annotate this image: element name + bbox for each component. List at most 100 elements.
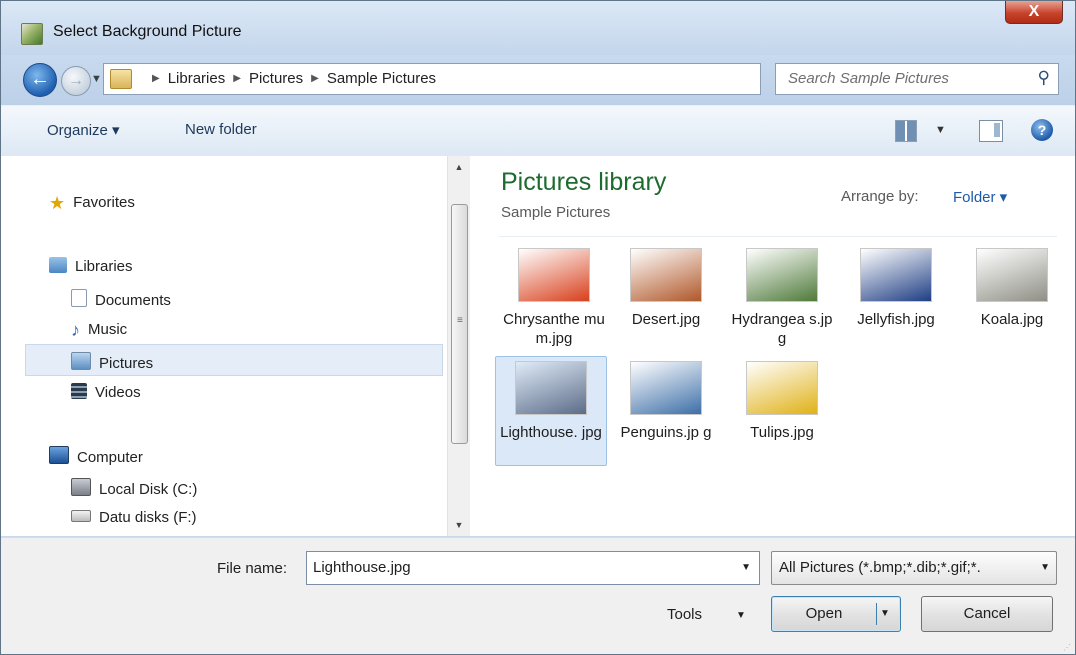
image-thumbnail <box>518 248 590 302</box>
tools-menu[interactable]: Tools <box>667 606 702 623</box>
breadcrumb: ▶ Libraries ▶ Pictures ▶ Sample Pictures <box>144 70 436 87</box>
library-icon <box>49 257 67 273</box>
split-divider <box>876 603 877 625</box>
new-folder-button[interactable]: New folder <box>185 121 257 138</box>
forward-button[interactable]: → <box>61 66 91 96</box>
sidebar-item-label: Computer <box>77 449 143 466</box>
address-bar[interactable]: ▶Libraries▶Pictures▶Sample Pictures ▼ ↔ <box>103 63 852 95</box>
breadcrumb-sample-pictures[interactable]: Sample Pictures <box>327 70 436 87</box>
navigation-pane: ★ Favorites Libraries Documents ♪ Music Pi… <box>1 156 471 536</box>
sidebar-item-label: Pictures <box>99 355 154 372</box>
views-icon[interactable] <box>895 120 917 142</box>
file-item-selected[interactable]: Lighthouse. jpg <box>495 356 607 466</box>
file-name: Desert.jpg <box>631 311 701 328</box>
nav-scrollbar[interactable]: ▲ ≡ ▼ <box>447 156 470 536</box>
open-button-label: Open <box>805 605 843 622</box>
sidebar-item-pictures[interactable]: Pictures <box>71 352 153 372</box>
image-thumbnail <box>976 248 1048 302</box>
arrange-by-label: Arrange by: <box>841 188 919 205</box>
library-title: Pictures library <box>501 168 667 196</box>
hard-disk-icon <box>71 478 91 496</box>
search-icon[interactable]: ⚲ <box>1038 68 1050 88</box>
close-button[interactable]: X <box>1005 1 1063 24</box>
sidebar-item-libraries[interactable]: Libraries <box>49 257 133 275</box>
file-name: Chrysanthe mum.jpg <box>503 311 605 347</box>
chevron-down-icon[interactable]: ▼ <box>1040 562 1050 573</box>
title-bar: Select Background Picture X <box>1 1 1075 55</box>
file-item[interactable]: Jellyfish.jpg <box>841 248 951 329</box>
sidebar-item-label: Local Disk (C:) <box>99 481 198 498</box>
document-icon <box>71 289 87 307</box>
organize-button[interactable]: Organize ▾ <box>47 121 120 139</box>
file-name: Jellyfish.jpg <box>857 311 935 328</box>
sidebar-item-documents[interactable]: Documents <box>71 289 171 309</box>
file-item[interactable]: Koala.jpg <box>957 248 1067 329</box>
image-thumbnail <box>860 248 932 302</box>
file-name: Penguins.jp g <box>620 424 712 441</box>
file-item[interactable]: Hydrangea s.jpg <box>727 248 837 348</box>
file-name: Lighthouse. jpg <box>500 424 602 441</box>
help-icon[interactable]: ? <box>1031 119 1053 141</box>
file-name-label: File name: <box>217 560 288 577</box>
resize-grip-icon[interactable]: ⋰ <box>1063 643 1071 652</box>
scroll-down-icon[interactable]: ▼ <box>448 516 470 534</box>
file-name-input[interactable]: Lighthouse.jpg ▼ <box>306 551 760 585</box>
sidebar-item-videos[interactable]: Videos <box>71 383 141 401</box>
dialog-window: Select Background Picture X ← → ▼ ▶ Libra… <box>0 0 1076 655</box>
sidebar-item-label: Music <box>88 321 128 338</box>
file-item[interactable]: Chrysanthe mum.jpg <box>499 248 609 348</box>
scroll-thumb[interactable]: ≡ <box>451 204 468 444</box>
star-icon: ★ <box>49 193 66 213</box>
sidebar-item-music[interactable]: ♪ Music <box>71 320 128 340</box>
file-item[interactable]: Desert.jpg <box>611 248 721 329</box>
sidebar-item-label: Datu disks (F:) <box>99 509 197 526</box>
file-item[interactable]: Tulips.jpg <box>727 361 837 442</box>
breadcrumb-separator-icon[interactable]: ▶ <box>311 73 319 84</box>
cancel-button[interactable]: Cancel <box>921 596 1053 632</box>
sidebar-item-label: Favorites <box>73 194 135 211</box>
image-thumbnail <box>746 248 818 302</box>
file-type-select[interactable]: All Pictures (*.bmp;*.dib;*.gif;*. ▼ <box>771 551 1057 585</box>
sidebar-item-label: Libraries <box>75 258 133 275</box>
breadcrumb-separator-icon[interactable]: ▶ <box>152 73 160 84</box>
computer-icon <box>49 446 69 464</box>
scroll-up-icon[interactable]: ▲ <box>448 158 470 176</box>
image-thumbnail <box>630 248 702 302</box>
grip-icon: ≡ <box>457 315 463 326</box>
address-row: ← → ▼ ▶ Libraries ▶ Pictures ▶ Sample Picture… <box>1 55 1075 105</box>
command-toolbar: Organize ▾ New folder ▼ ? <box>1 105 1075 157</box>
file-list-pane: Pictures library Sample Pictures Arrange… <box>471 156 1075 536</box>
breadcrumb-separator-icon[interactable]: ▶ <box>233 73 241 84</box>
open-dropdown-icon[interactable]: ▼ <box>880 597 890 630</box>
sidebar-item-label: Documents <box>95 292 171 309</box>
file-name: Koala.jpg <box>980 311 1044 328</box>
sidebar-item-local-disk[interactable]: Local Disk (C:) <box>71 478 197 498</box>
arrange-by-dropdown[interactable]: Folder ▾ <box>953 188 1007 206</box>
video-icon <box>71 383 87 399</box>
image-thumbnail <box>515 361 587 415</box>
breadcrumb-libraries[interactable]: Libraries <box>168 70 226 87</box>
breadcrumb-pictures[interactable]: Pictures <box>249 70 303 87</box>
file-name: Tulips.jpg <box>750 424 814 441</box>
chevron-down-icon[interactable]: ▼ <box>736 610 746 621</box>
file-type-value: All Pictures (*.bmp;*.dib;*.gif;*. <box>779 559 981 576</box>
file-name: Hydrangea s.jpg <box>731 311 833 347</box>
sidebar-item-favorites[interactable]: ★ Favorites <box>49 193 135 213</box>
pictures-icon <box>71 352 91 370</box>
views-dropdown-icon[interactable]: ▼ <box>935 124 946 136</box>
back-button[interactable]: ← <box>23 63 57 97</box>
file-item[interactable]: Penguins.jp g <box>611 361 721 442</box>
recent-pages-dropdown-icon[interactable]: ▼ <box>91 73 102 85</box>
app-icon <box>21 23 43 45</box>
folder-icon <box>110 69 132 89</box>
preview-pane-icon[interactable] <box>979 120 1003 142</box>
open-button[interactable]: Open ▼ <box>771 596 901 632</box>
search-placeholder: Search Sample Pictures <box>788 70 949 87</box>
sidebar-item-computer[interactable]: Computer <box>49 446 143 466</box>
search-input[interactable]: Search Sample Pictures ⚲ <box>775 63 1059 95</box>
sidebar-item-datu-disks[interactable]: Datu disks (F:) <box>71 509 197 526</box>
chevron-down-icon[interactable]: ▼ <box>741 562 751 573</box>
image-thumbnail <box>746 361 818 415</box>
dialog-footer: File name: Lighthouse.jpg ▼ All Pictures… <box>1 537 1075 654</box>
image-thumbnail <box>630 361 702 415</box>
